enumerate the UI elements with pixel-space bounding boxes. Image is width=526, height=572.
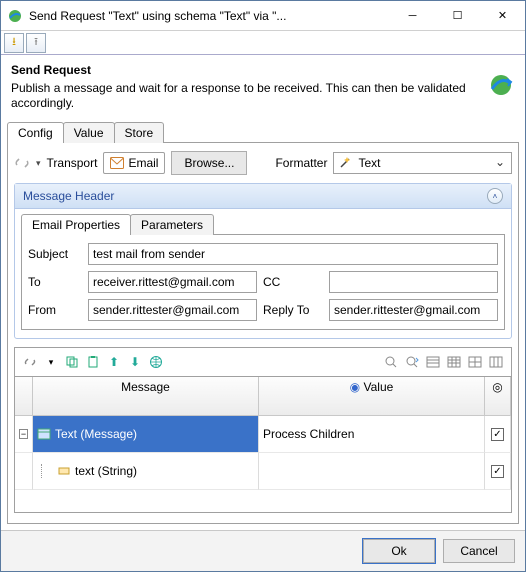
list-view-icon[interactable] xyxy=(424,353,442,371)
transport-label: Transport xyxy=(47,156,98,170)
tree-row-label[interactable]: Text (Message) xyxy=(33,416,259,453)
title-bar: Send Request "Text" using schema "Text" … xyxy=(1,1,525,31)
find-next-icon[interactable] xyxy=(403,353,421,371)
config-panel: ▾ Transport Email Browse... Formatter Te… xyxy=(7,143,519,524)
target-icon: ◎ xyxy=(492,380,502,394)
row-header-blank xyxy=(15,377,33,416)
caret-down-icon[interactable]: ▾ xyxy=(42,353,60,371)
main-tabs: Config Value Store xyxy=(7,121,519,143)
transport-row: ▾ Transport Email Browse... Formatter Te… xyxy=(14,151,512,175)
formatter-label: Formatter xyxy=(275,156,327,170)
copy-icon[interactable] xyxy=(63,353,81,371)
col-message[interactable]: Message xyxy=(33,377,259,416)
formatter-select[interactable]: Text xyxy=(333,152,512,174)
tree-indent xyxy=(15,453,33,490)
message-header-title: Message Header xyxy=(23,189,487,203)
tab-store[interactable]: Store xyxy=(114,122,165,143)
replyto-input[interactable] xyxy=(329,299,498,321)
coin-icon: ◉ xyxy=(350,380,360,394)
paste-icon[interactable] xyxy=(84,353,102,371)
app-icon xyxy=(7,8,23,24)
transport-method[interactable]: Email xyxy=(103,152,165,174)
dialog-footer: Ok Cancel xyxy=(1,530,525,571)
link-icon[interactable] xyxy=(21,353,39,371)
string-icon xyxy=(57,464,71,478)
tree-row-check[interactable]: ✓ xyxy=(485,453,511,490)
export-button[interactable]: ⭱ xyxy=(26,33,46,53)
globe-icon[interactable] xyxy=(147,353,165,371)
tree-row-check[interactable]: ✓ xyxy=(485,416,511,453)
envelope-icon xyxy=(110,157,124,169)
browse-button[interactable]: Browse... xyxy=(171,151,247,175)
tab-parameters[interactable]: Parameters xyxy=(130,214,214,235)
email-properties-form: Subject To CC From Reply To xyxy=(21,235,505,330)
table-view-icon[interactable] xyxy=(445,353,463,371)
to-label: To xyxy=(28,275,82,289)
arrow-down-icon[interactable]: ⬇ xyxy=(126,353,144,371)
download-icon: ⭳ xyxy=(12,33,16,52)
col-check[interactable]: ◎ xyxy=(485,377,511,416)
heading-title: Send Request xyxy=(11,63,479,77)
tab-config[interactable]: Config xyxy=(7,122,64,143)
heading-icon xyxy=(487,71,515,99)
upload-icon: ⭱ xyxy=(34,33,38,52)
dialog-heading: Send Request Publish a message and wait … xyxy=(1,55,525,117)
minimize-button[interactable]: ─ xyxy=(390,1,435,30)
caret-down-icon[interactable]: ▾ xyxy=(36,158,41,169)
import-button[interactable]: ⭳ xyxy=(4,33,24,53)
tree-row-value[interactable]: Process Children xyxy=(259,416,485,453)
maximize-button[interactable]: ☐ xyxy=(435,1,480,30)
subject-input[interactable] xyxy=(88,243,498,265)
from-label: From xyxy=(28,303,82,317)
arrow-up-icon[interactable]: ⬆ xyxy=(105,353,123,371)
tree-row-label[interactable]: text (String) xyxy=(33,453,259,490)
message-icon xyxy=(37,427,51,441)
checkbox-icon: ✓ xyxy=(491,465,504,478)
cc-label: CC xyxy=(263,275,323,289)
tab-email-properties[interactable]: Email Properties xyxy=(21,214,131,235)
ok-button[interactable]: Ok xyxy=(363,539,435,563)
to-input[interactable] xyxy=(88,271,257,293)
columns-icon[interactable] xyxy=(487,353,505,371)
collapse-icon[interactable]: ˄ xyxy=(487,188,503,204)
header-tabs: Email Properties Parameters xyxy=(21,213,505,235)
quick-toolbar: ⭳ ⭱ xyxy=(1,31,525,55)
link-icon xyxy=(14,155,30,171)
checkbox-icon: ✓ xyxy=(491,428,504,441)
wand-icon xyxy=(338,156,352,170)
tree-toolbar: ▾ ⬆ ⬇ xyxy=(14,347,512,376)
message-header-bar[interactable]: Message Header ˄ xyxy=(15,184,511,209)
window-title: Send Request "Text" using schema "Text" … xyxy=(29,9,390,23)
formatter-value: Text xyxy=(358,156,380,170)
expand-toggle[interactable]: − xyxy=(15,416,33,453)
find-icon[interactable] xyxy=(382,353,400,371)
message-header-group: Message Header ˄ Email Properties Parame… xyxy=(14,183,512,339)
subject-label: Subject xyxy=(28,247,82,261)
message-tree: Message ◉ Value ◎ − Text (Message) Proce… xyxy=(14,376,512,513)
from-input[interactable] xyxy=(88,299,257,321)
heading-description: Publish a message and wait for a respons… xyxy=(11,81,479,111)
tab-value[interactable]: Value xyxy=(63,122,115,143)
replyto-label: Reply To xyxy=(263,303,323,317)
tree-row-value[interactable] xyxy=(259,453,485,490)
grid-view-icon[interactable] xyxy=(466,353,484,371)
transport-method-text: Email xyxy=(128,156,158,170)
col-value[interactable]: ◉ Value xyxy=(259,377,485,416)
cc-input[interactable] xyxy=(329,271,498,293)
cancel-button[interactable]: Cancel xyxy=(443,539,515,563)
close-button[interactable]: ✕ xyxy=(480,1,525,30)
minus-icon: − xyxy=(19,429,28,439)
